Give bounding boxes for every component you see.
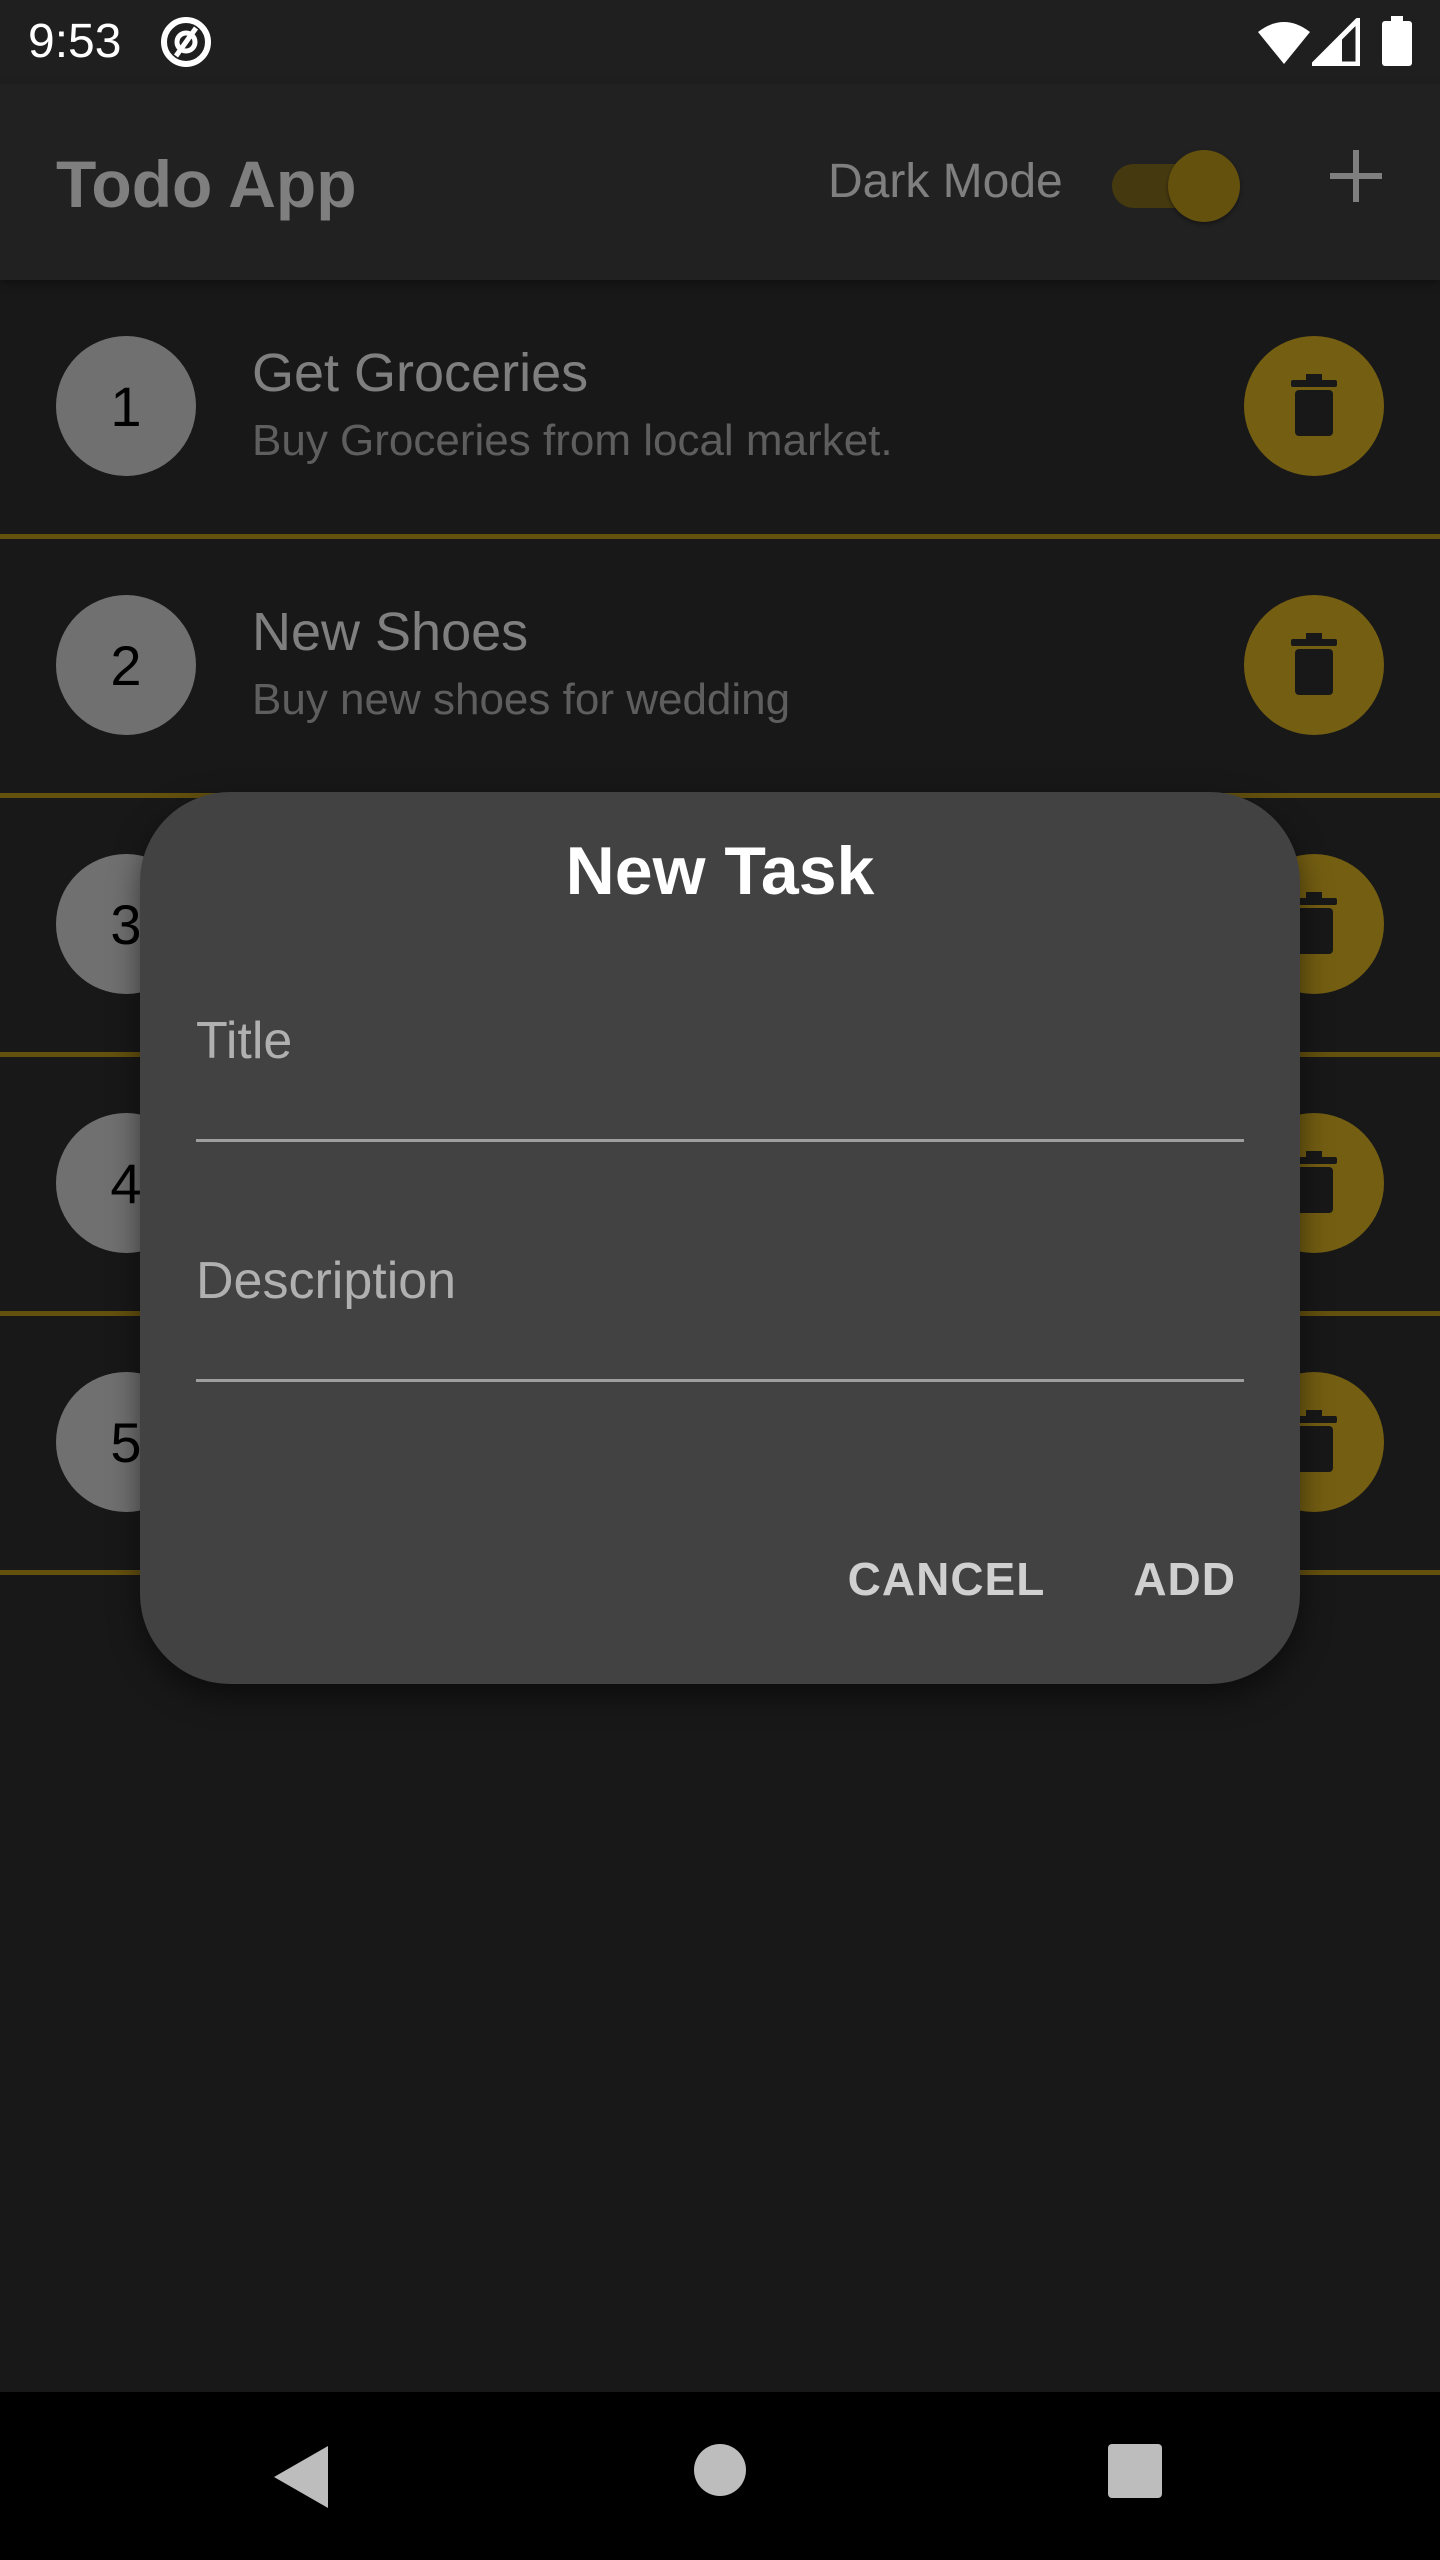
home-circle-icon[interactable] [694, 2444, 746, 2496]
dialog-title: New Task [565, 833, 875, 909]
signal-icon [1312, 18, 1360, 66]
todo-app-screen: 9:53 Todo App Dark Mode [0, 0, 1440, 2560]
add-button[interactable]: ADD [1125, 1532, 1244, 1626]
dialog-actions: CANCEL ADD [840, 1532, 1244, 1626]
battery-icon [1382, 16, 1412, 66]
system-navigation-bar [0, 2392, 1440, 2560]
wifi-icon [1258, 22, 1310, 64]
recents-square-icon[interactable] [1108, 2444, 1162, 2498]
title-field-container [196, 982, 1244, 1142]
back-triangle-icon[interactable] [270, 2444, 330, 2510]
status-bar: 9:53 [0, 0, 1440, 84]
new-task-dialog: New Task CANCEL ADD [140, 792, 1300, 1684]
description-input[interactable] [196, 1222, 1244, 1379]
description-field-container [196, 1222, 1244, 1382]
status-time: 9:53 [28, 15, 122, 68]
cancel-button[interactable]: CANCEL [840, 1532, 1054, 1626]
app-notification-icon [161, 17, 211, 67]
title-input[interactable] [196, 982, 1244, 1139]
